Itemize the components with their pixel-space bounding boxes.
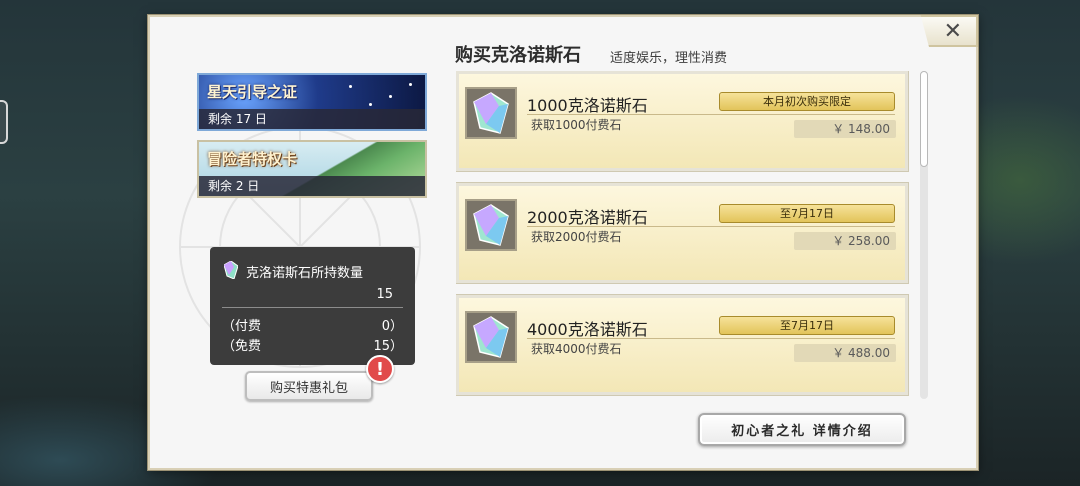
purchase-dialog: ✕ 购买克洛诺斯石 适度娱乐，理性消费 星天引导之证 剩余 17 日 冒险者特权… xyxy=(148,15,978,470)
product-description: 获取2000付费石 xyxy=(531,230,622,244)
product-name: 1000克洛诺斯石 xyxy=(527,96,648,115)
star-decoration xyxy=(389,95,392,98)
stone-holdings-panel: 克洛诺斯石所持数量 15 （付费 0） （免费 15） xyxy=(210,247,415,365)
side-menu-tab[interactable] xyxy=(0,100,8,144)
holdings-paid-row: （付费 0） xyxy=(222,315,403,334)
free-label: （免费 xyxy=(222,339,262,354)
scrollbar-thumb[interactable] xyxy=(920,71,928,167)
product-price: ￥ 258.00 xyxy=(794,232,896,250)
exclamation-icon: ! xyxy=(366,355,394,383)
banner-remaining: 剩余 17 日 xyxy=(199,109,425,129)
holdings-free-row: （免费 15） xyxy=(222,335,403,354)
product-price: ￥ 148.00 xyxy=(794,120,896,138)
banner-adventurer-card[interactable]: 冒险者特权卡 剩余 2 日 xyxy=(197,140,427,198)
banner-title: 星天引导之证 xyxy=(207,83,298,101)
product-divider xyxy=(527,114,895,115)
product-description: 获取4000付费石 xyxy=(531,342,622,356)
star-decoration xyxy=(409,83,412,86)
banner-title: 冒险者特权卡 xyxy=(207,150,298,168)
crystal-icon xyxy=(465,87,517,139)
banner-star-guide[interactable]: 星天引导之证 剩余 17 日 xyxy=(197,73,427,131)
product-divider xyxy=(527,338,895,339)
product-card[interactable]: 2000克洛诺斯石 获取2000付费石 至7月17日 ￥ 258.00 xyxy=(456,183,908,283)
holdings-divider xyxy=(222,307,403,308)
banner-remaining: 剩余 2 日 xyxy=(199,176,425,196)
product-tag: 本月初次购买限定 xyxy=(719,92,895,111)
product-scrollbar[interactable] xyxy=(920,71,928,399)
star-decoration xyxy=(369,103,372,106)
crystal-icon xyxy=(465,311,517,363)
product-name: 2000克洛诺斯石 xyxy=(527,208,648,227)
paid-label: （付费 xyxy=(222,319,262,334)
product-tag: 至7月17日 xyxy=(719,204,895,223)
product-description: 获取1000付费石 xyxy=(531,118,622,132)
close-icon: ✕ xyxy=(943,18,962,44)
star-decoration xyxy=(349,85,352,88)
product-divider xyxy=(527,226,895,227)
crystal-icon xyxy=(465,199,517,251)
product-tag: 至7月17日 xyxy=(719,316,895,335)
product-card[interactable]: 4000克洛诺斯石 获取4000付费石 至7月17日 ￥ 488.00 xyxy=(456,295,908,395)
product-price: ￥ 488.00 xyxy=(794,344,896,362)
product-name: 4000克洛诺斯石 xyxy=(527,320,648,339)
free-value: 15） xyxy=(373,339,403,354)
beginner-gift-detail-button[interactable]: 初心者之礼 详情介绍 xyxy=(698,413,906,446)
product-card[interactable]: 1000克洛诺斯石 获取1000付费石 本月初次购买限定 ￥ 148.00 xyxy=(456,71,908,171)
page-title: 购买克洛诺斯石 xyxy=(455,45,581,66)
product-list: 1000克洛诺斯石 获取1000付费石 本月初次购买限定 ￥ 148.00 20… xyxy=(456,71,912,401)
crystal-icon xyxy=(224,261,238,279)
holdings-total: 15 xyxy=(376,287,393,302)
paid-value: 0） xyxy=(381,319,403,334)
holdings-label: 克洛诺斯石所持数量 xyxy=(246,266,364,281)
buy-gift-pack-button[interactable]: 购买特惠礼包 xyxy=(245,371,373,401)
close-button[interactable]: ✕ xyxy=(920,15,978,47)
page-subtitle: 适度娱乐，理性消费 xyxy=(610,51,728,66)
